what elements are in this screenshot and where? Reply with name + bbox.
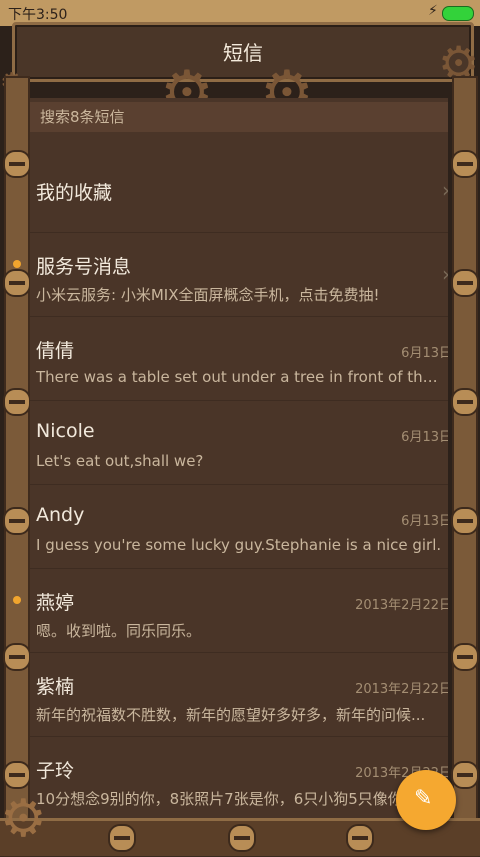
conversation-date: 2013年2月22日 bbox=[355, 682, 448, 697]
conversation-preview: Let's eat out,shall we? bbox=[36, 452, 204, 470]
conversation-date: 2013年2月22日 bbox=[355, 598, 448, 613]
conversation-preview: 10分想念9别的你，8张照片7张是你，6只小狗5只像你... bbox=[36, 790, 418, 808]
compose-icon: ✎ bbox=[414, 786, 433, 811]
list-item-favorites[interactable]: 我的收藏 › bbox=[30, 148, 448, 233]
conversation-name: 子玲 bbox=[36, 760, 75, 782]
bolt-icon bbox=[451, 761, 479, 789]
bolt-icon bbox=[451, 507, 479, 535]
bolt-icon bbox=[228, 824, 256, 852]
conversation-date: 6月13日 bbox=[401, 514, 448, 529]
list-item[interactable]: Nicole 6月13日 Let's eat out,shall we? bbox=[30, 400, 448, 485]
conversation-name: 我的收藏 bbox=[36, 182, 113, 204]
conversation-preview: 小米云服务: 小米MIX全面屏概念手机，点击免费抽! bbox=[36, 286, 380, 304]
charging-icon: ⚡ bbox=[428, 3, 438, 19]
chevron-right-icon: › bbox=[442, 262, 448, 286]
bolt-icon bbox=[346, 824, 374, 852]
conversation-name: 燕婷 bbox=[36, 592, 75, 614]
messages-screen: 下午3:50 ⚡ 短信 ⚙ ⚙ ⚙ ⚙ 搜索8条短信 我的收藏 › 服务号消息 … bbox=[0, 0, 480, 857]
gear-icon: ⚙ bbox=[0, 789, 47, 849]
bolt-icon bbox=[451, 388, 479, 416]
bolt-icon bbox=[3, 269, 31, 297]
search-input[interactable]: 搜索8条短信 bbox=[30, 102, 448, 132]
conversation-list: 搜索8条短信 我的收藏 › 服务号消息 小米云服务: 小米MIX全面屏概念手机，… bbox=[30, 98, 448, 853]
bolt-icon bbox=[3, 388, 31, 416]
conversation-date: 6月13日 bbox=[401, 346, 448, 361]
conversation-name: Nicole bbox=[36, 420, 95, 442]
conversation-name: 倩倩 bbox=[36, 340, 75, 362]
conversation-name: 紫楠 bbox=[36, 676, 75, 698]
list-item-service[interactable]: 服务号消息 小米云服务: 小米MIX全面屏概念手机，点击免费抽! › bbox=[30, 232, 448, 317]
conversation-preview: I guess you're some lucky guy.Stephanie … bbox=[36, 536, 442, 554]
compose-button[interactable]: ✎ bbox=[396, 770, 456, 830]
title-bar: 短信 bbox=[12, 22, 474, 82]
left-frame bbox=[4, 76, 30, 857]
status-time: 下午3:50 bbox=[8, 7, 68, 23]
bolt-icon bbox=[3, 507, 31, 535]
conversation-preview: 嗯。收到啦。同乐同乐。 bbox=[36, 622, 202, 640]
list-item[interactable]: Andy 6月13日 I guess you're some lucky guy… bbox=[30, 484, 448, 569]
conversation-name: Andy bbox=[36, 504, 85, 526]
right-frame bbox=[452, 76, 478, 857]
battery-icon bbox=[442, 6, 474, 21]
chevron-right-icon: › bbox=[442, 178, 448, 202]
bolt-icon bbox=[108, 824, 136, 852]
list-item[interactable]: 燕婷 2013年2月22日 嗯。收到啦。同乐同乐。 bbox=[30, 568, 448, 653]
unread-indicator bbox=[13, 260, 21, 268]
conversation-name: 服务号消息 bbox=[36, 256, 132, 278]
conversation-date: 6月13日 bbox=[401, 430, 448, 445]
bolt-icon bbox=[451, 643, 479, 671]
list-item[interactable]: 紫楠 2013年2月22日 新年的祝福数不胜数，新年的愿望好多好多，新年的问候.… bbox=[30, 652, 448, 737]
conversation-preview: There was a table set out under a tree i… bbox=[36, 368, 446, 386]
conversation-preview: 新年的祝福数不胜数，新年的愿望好多好多，新年的问候... bbox=[36, 706, 426, 724]
bolt-icon bbox=[451, 269, 479, 297]
unread-indicator bbox=[13, 596, 21, 604]
bolt-icon bbox=[3, 150, 31, 178]
list-item[interactable]: 子玲 2013年2月22日 10分想念9别的你，8张照片7张是你，6只小狗5只像… bbox=[30, 736, 448, 821]
bolt-icon bbox=[3, 761, 31, 789]
list-item[interactable]: 倩倩 6月13日 There was a table set out under… bbox=[30, 316, 448, 401]
bolt-icon bbox=[3, 643, 31, 671]
bolt-icon bbox=[451, 150, 479, 178]
page-title: 短信 bbox=[223, 41, 263, 65]
